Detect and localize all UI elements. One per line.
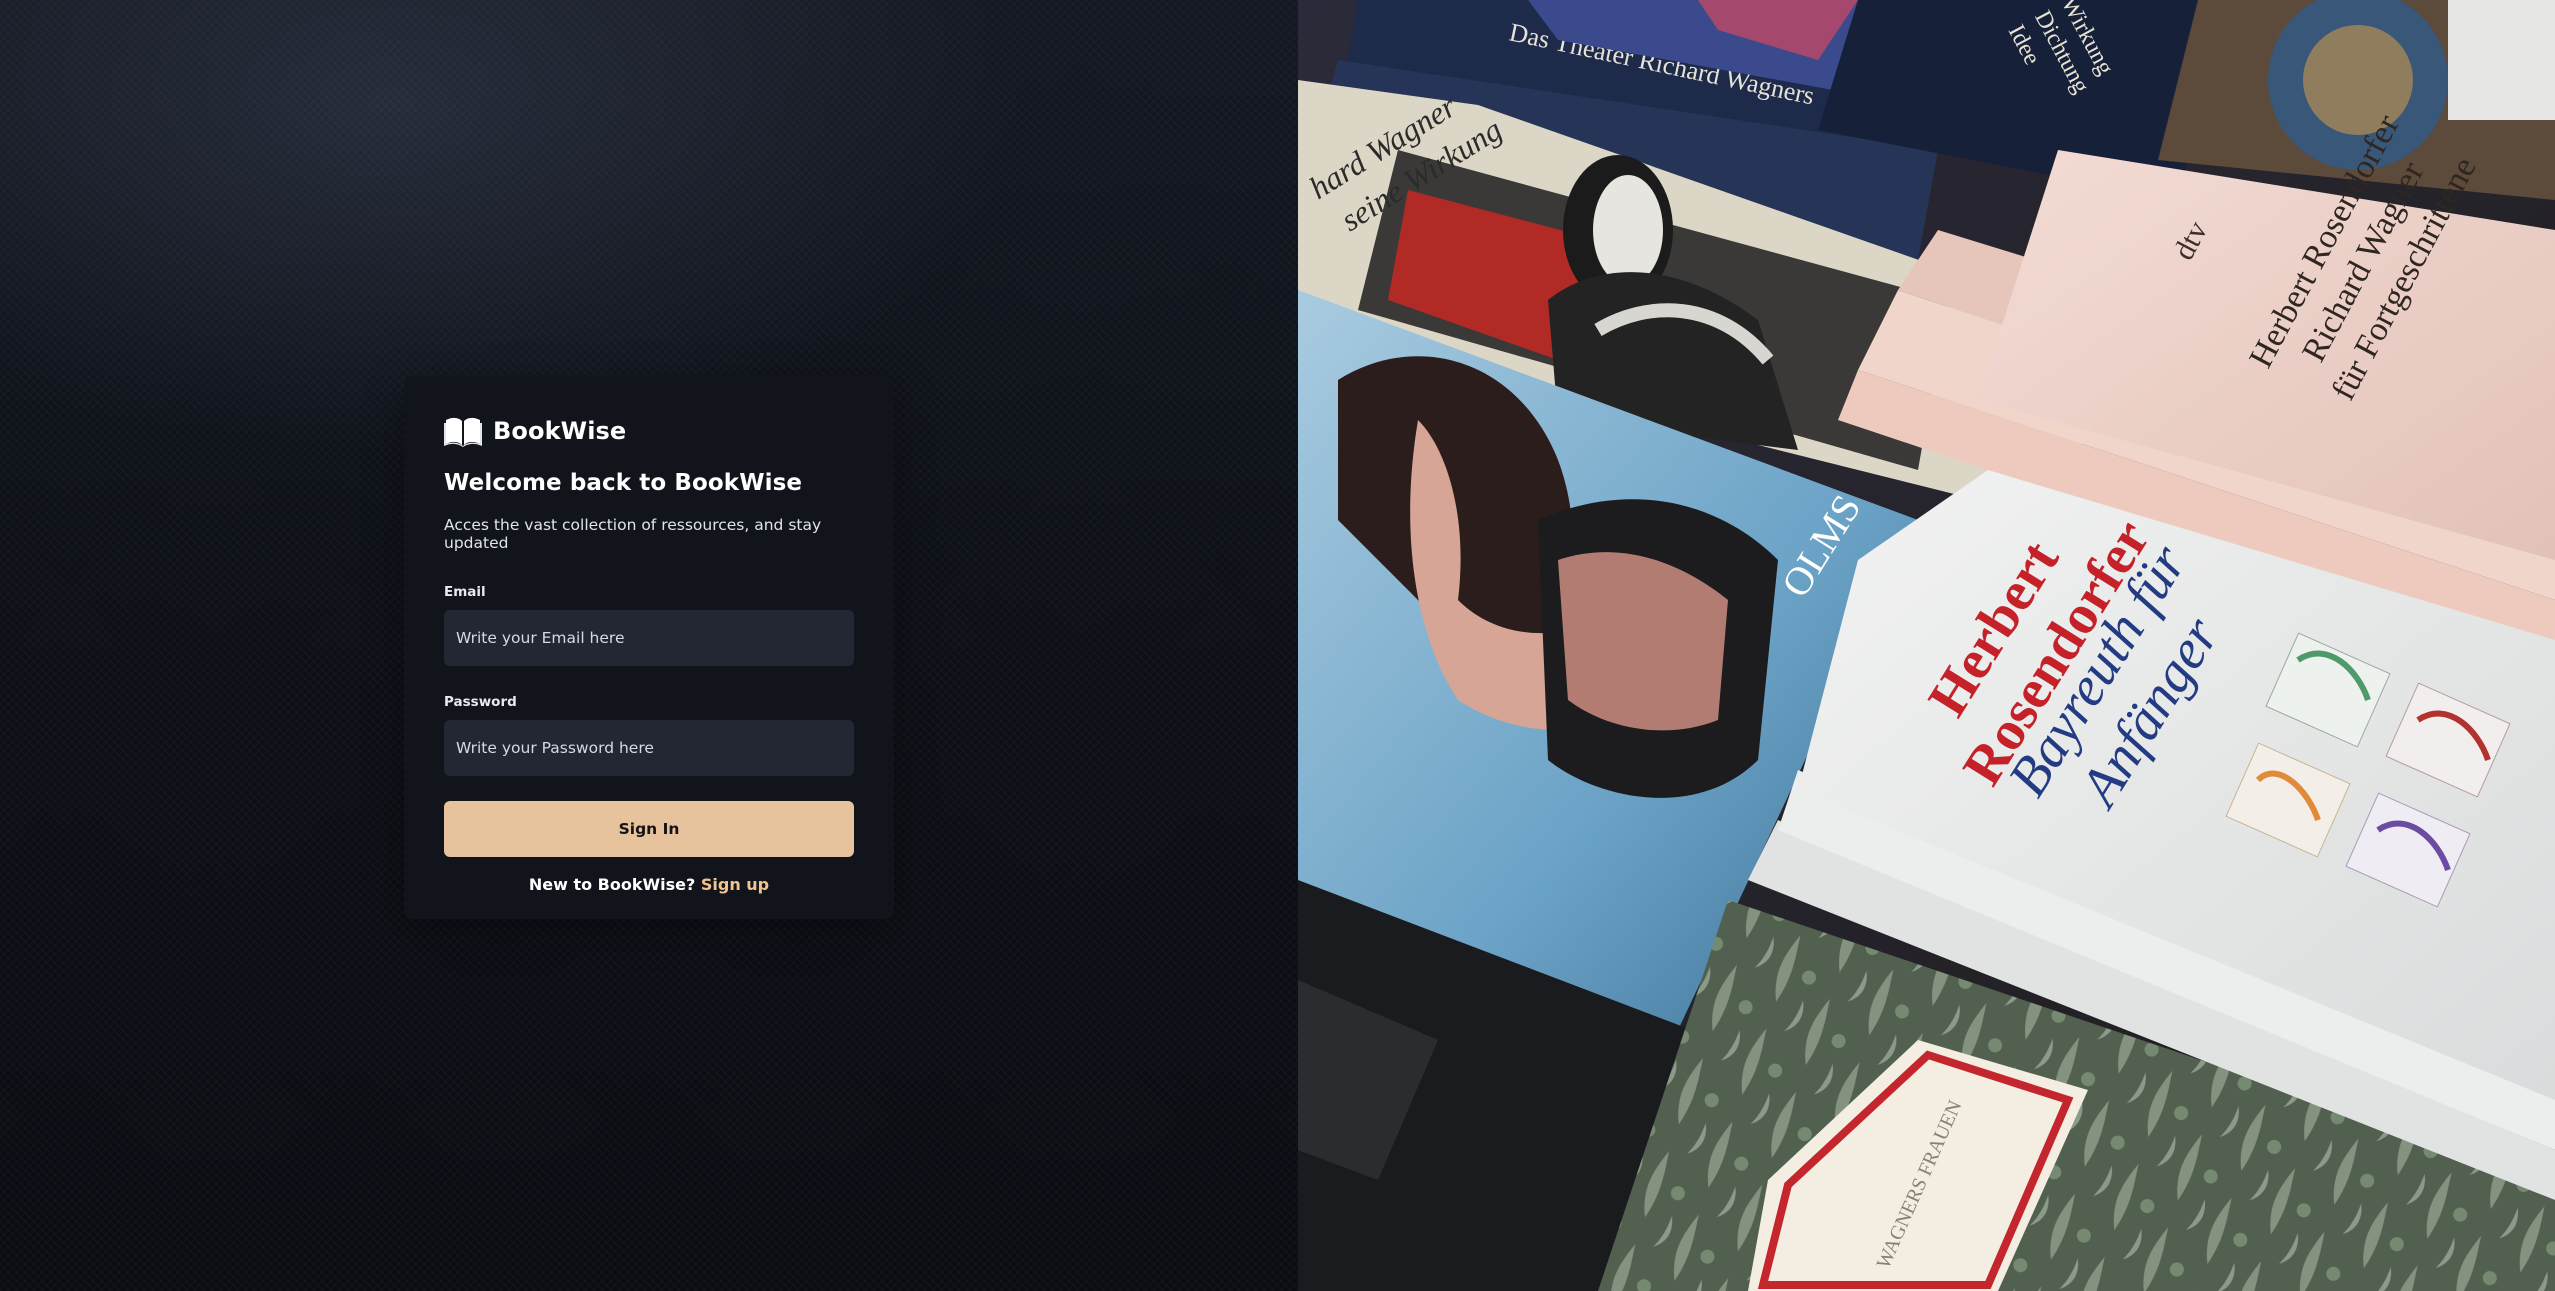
sign-in-button[interactable]: Sign In: [444, 801, 854, 857]
auth-panel: BookWise Welcome back to BookWise Acces …: [0, 0, 1298, 1291]
signup-question: New to BookWise?: [528, 875, 696, 894]
email-label: Email: [444, 584, 486, 600]
books-photo: Das Theater Richard Wagners Idee Dichtun…: [1298, 0, 2555, 1291]
page-subtitle: Acces the vast collection of ressources,…: [444, 516, 822, 552]
login-page: BookWise Welcome back to BookWise Acces …: [0, 0, 2555, 1291]
books-illustration: Das Theater Richard Wagners Idee Dichtun…: [1298, 0, 2555, 1291]
password-label: Password: [444, 694, 517, 710]
sign-in-card: BookWise Welcome back to BookWise Acces …: [404, 376, 894, 919]
email-field[interactable]: [444, 610, 854, 666]
sign-up-link[interactable]: Sign up: [701, 875, 769, 894]
brand-logo: BookWise: [444, 414, 854, 448]
brand-name: BookWise: [493, 417, 627, 445]
page-title: Welcome back to BookWise: [444, 470, 803, 496]
signup-prompt: New to BookWise? Sign up: [444, 875, 854, 894]
open-book-icon: [444, 415, 482, 447]
password-field[interactable]: [444, 720, 854, 776]
